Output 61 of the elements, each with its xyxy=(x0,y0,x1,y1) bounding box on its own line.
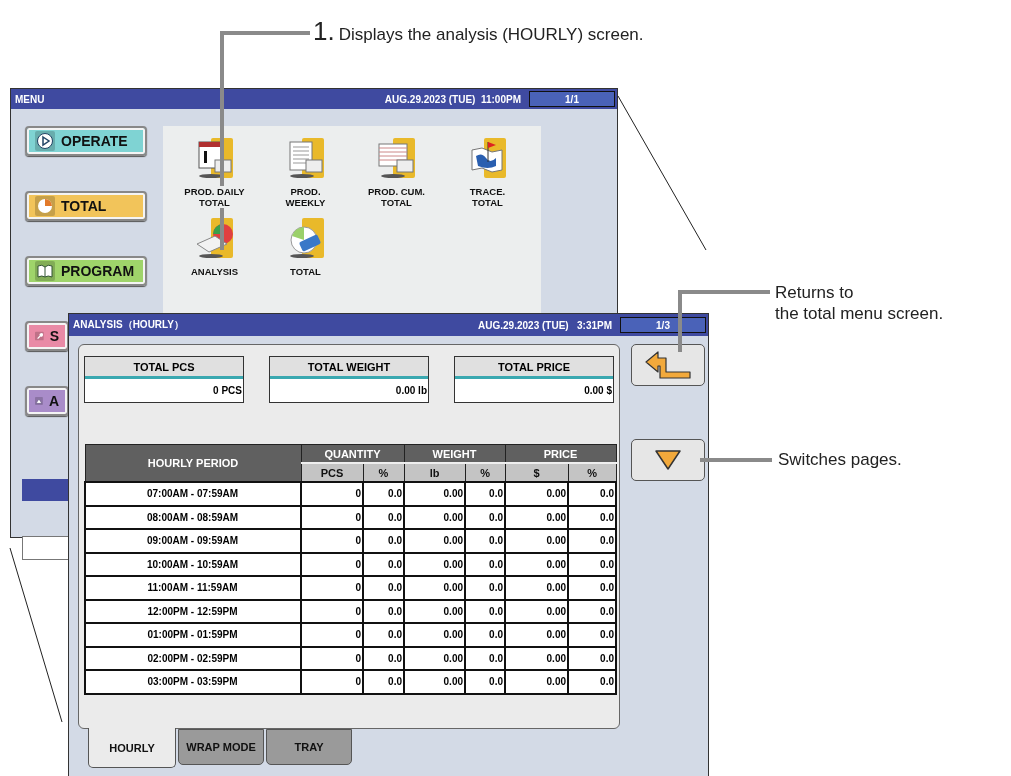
callout-text: Returns to the total menu screen. xyxy=(775,282,944,324)
tab[interactable]: HOURLY xyxy=(88,728,176,768)
menu-button[interactable]: S xyxy=(25,321,69,351)
menu-item-label[interactable]: PROD. WEEKLY xyxy=(285,186,326,208)
calendar-grid-icon xyxy=(376,138,417,180)
status-bar xyxy=(22,479,70,501)
date-time: AUG.29.2023 (TUE) 3:31PM xyxy=(478,319,612,331)
date-time: AUG.29.2023 (TUE) 11:00PM xyxy=(384,93,521,105)
menu-item-label[interactable]: ANALYSIS xyxy=(190,266,239,277)
window-title: MENU xyxy=(15,93,46,105)
table-cell: 0.00 xyxy=(404,482,465,506)
column-header: HOURLY PERIOD xyxy=(85,444,301,482)
table-cell: 12:00PM - 12:59PM xyxy=(85,599,301,623)
table-cell: 0.0 xyxy=(568,482,616,506)
back-button[interactable] xyxy=(631,344,705,386)
table-cell: 07:00AM - 07:59AM xyxy=(85,482,301,506)
table-cell: 02:00PM - 02:59PM xyxy=(85,646,301,670)
leader-line xyxy=(700,458,772,462)
play-circle-icon xyxy=(35,131,55,151)
page-indicator: 1/3 xyxy=(620,317,706,333)
total-value: 0.00 lb xyxy=(394,384,428,398)
total-value: 0.00 $ xyxy=(583,384,613,398)
total-label: TOTAL WEIGHT xyxy=(270,357,428,379)
menu-item-label[interactable]: PROD. CUM. TOTAL xyxy=(368,186,425,208)
table-cell: 0.0 xyxy=(465,482,505,506)
page-down-button[interactable] xyxy=(631,439,705,481)
step-number: 1. xyxy=(313,16,335,47)
table-cell: 0.0 xyxy=(363,482,404,506)
total-label: TOTAL PRICE xyxy=(455,357,613,379)
total-value: 0 PCS xyxy=(212,384,243,398)
menu-button[interactable]: PROGRAM xyxy=(25,256,147,286)
menu-button[interactable]: A xyxy=(25,386,69,416)
menu-item-label[interactable]: PROD. DAILY TOTAL xyxy=(184,186,245,208)
tab[interactable]: WRAP MODE xyxy=(178,729,264,765)
table-cell: 09:00AM - 09:59AM xyxy=(85,529,301,553)
table-cell: 08:00AM - 08:59AM xyxy=(85,505,301,529)
page-indicator: 1/1 xyxy=(529,91,615,107)
column-group-header: QUANTITY xyxy=(301,444,404,463)
message-box xyxy=(22,536,70,560)
menu-item-label[interactable]: TRACE. TOTAL xyxy=(469,186,506,208)
column-group-header: WEIGHT xyxy=(404,444,505,463)
table-cell: 03:00PM - 03:59PM xyxy=(85,670,301,694)
table-cell: 0 xyxy=(301,482,363,506)
callout-text: Switches pages. xyxy=(778,449,902,470)
table-cell: 01:00PM - 01:59PM xyxy=(85,623,301,647)
table-cell: 10:00AM - 10:59AM xyxy=(85,552,301,576)
pie-icon xyxy=(35,196,55,216)
total-label: TOTAL PCS xyxy=(85,357,243,379)
book-icon xyxy=(35,261,55,281)
column-group-header: PRICE xyxy=(505,444,616,463)
table-cell: 11:00AM - 11:59AM xyxy=(85,576,301,600)
menu-item-label[interactable]: TOTAL xyxy=(290,266,321,277)
return-arrow-icon xyxy=(644,350,692,380)
callout-text: Displays the analysis (HOURLY) screen. xyxy=(338,24,644,45)
menu-button[interactable]: OPERATE xyxy=(25,126,147,156)
pie-chart-icon xyxy=(194,218,235,260)
window-title: ANALYSIS（HOURLY） xyxy=(73,318,185,332)
menu-button[interactable]: TOTAL xyxy=(25,191,147,221)
table-cell: 0.00 xyxy=(505,482,568,506)
down-triangle-icon xyxy=(654,449,682,471)
tab[interactable]: TRAY xyxy=(266,729,352,765)
